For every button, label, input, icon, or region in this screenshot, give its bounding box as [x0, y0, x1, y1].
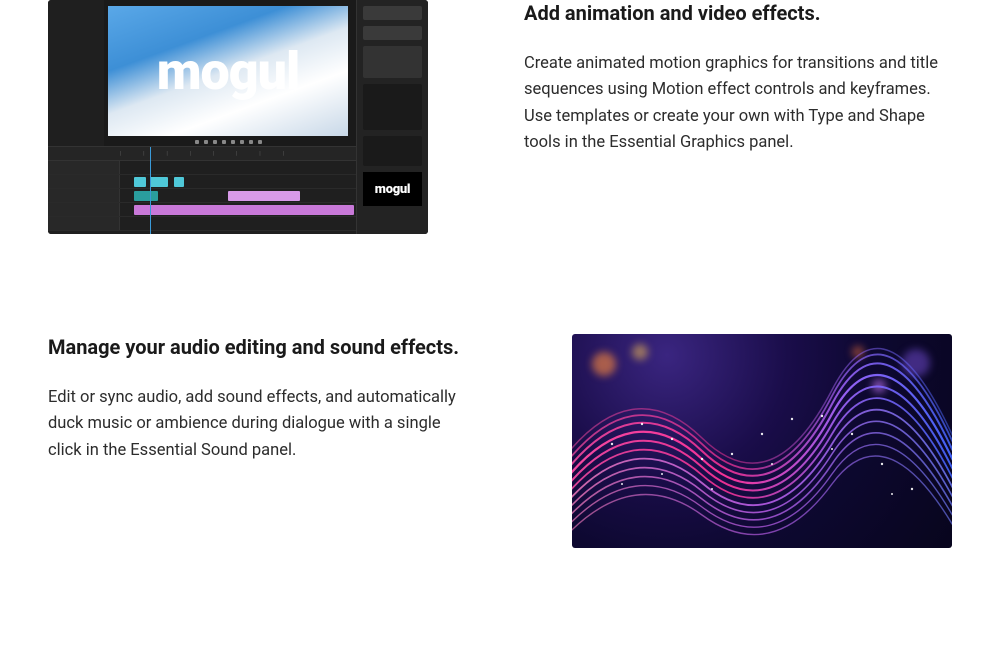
feature-row-audio: Manage your audio editing and sound effe…	[48, 334, 952, 548]
feature-body: Edit or sync audio, add sound effects, a…	[48, 385, 476, 464]
editor-essential-graphics-panel: mogul	[356, 0, 428, 234]
timeline-playhead	[150, 147, 151, 234]
feature-text-animation: Add animation and video effects. Create …	[524, 0, 952, 157]
video-editor-screenshot: mogul mogul ||||||||	[48, 0, 428, 234]
feature-text-audio: Manage your audio editing and sound effe…	[48, 334, 476, 464]
preview-title-text: mogul	[157, 41, 300, 102]
editor-timeline-panel: ||||||||	[48, 146, 356, 234]
feature-heading: Manage your audio editing and sound effe…	[48, 334, 476, 361]
editor-preview-panel: mogul	[108, 6, 348, 136]
feature-image-animation: mogul mogul ||||||||	[48, 0, 428, 234]
audio-wave-graphic	[572, 334, 952, 548]
feature-heading: Add animation and video effects.	[524, 0, 952, 27]
editor-template-thumb: mogul	[363, 172, 422, 206]
feature-row-animation: mogul mogul ||||||||	[48, 0, 952, 234]
feature-image-audio	[572, 334, 952, 548]
feature-body: Create animated motion graphics for tran…	[524, 51, 952, 157]
